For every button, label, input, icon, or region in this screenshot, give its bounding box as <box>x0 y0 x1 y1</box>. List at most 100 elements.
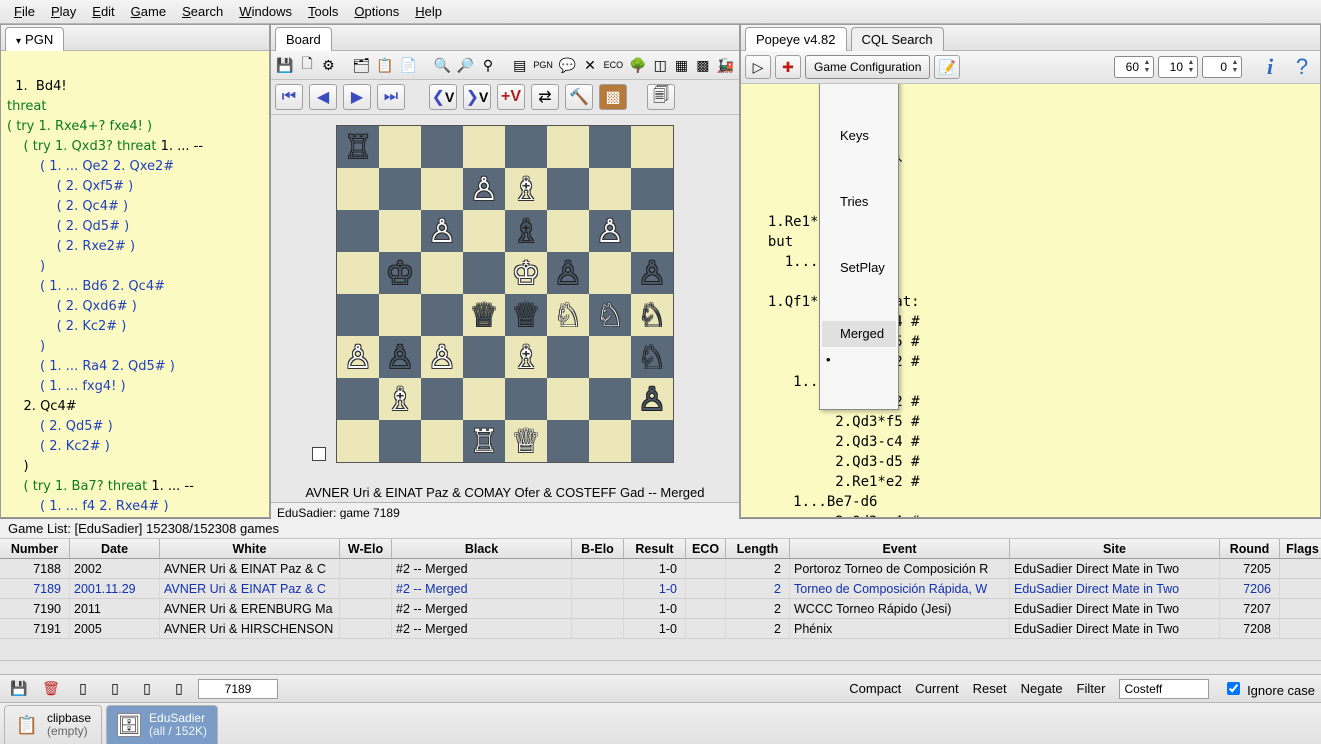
square-f4[interactable]: ♘ <box>547 294 589 336</box>
col-header[interactable]: White <box>160 539 340 558</box>
table-row[interactable]: 71912005AVNER Uri & HIRSCHENSON#2 -- Mer… <box>0 619 1321 639</box>
reset-link[interactable]: Reset <box>973 681 1007 696</box>
table-row[interactable]: 71902011AVNER Uri & ERENBURG Ma#2 -- Mer… <box>0 599 1321 619</box>
db-tab-clipbase[interactable]: 📋 clipbase(empty) <box>4 705 102 744</box>
popup-merged[interactable]: Merged <box>822 321 896 347</box>
square-f2[interactable] <box>547 378 589 420</box>
nav-prev-icon[interactable]: ◀ <box>309 84 337 110</box>
square-g1[interactable] <box>589 420 631 462</box>
col1-icon[interactable]: ▯ <box>70 677 96 701</box>
square-g5[interactable] <box>589 252 631 294</box>
pgn-content[interactable]: 1. Bd4! threat ( try 1. Rxe4+? fxe4! ) (… <box>1 51 269 517</box>
col-header[interactable]: Round <box>1220 539 1280 558</box>
square-a8[interactable]: ♖ <box>337 126 379 168</box>
square-a7[interactable] <box>337 168 379 210</box>
col-header[interactable]: Site <box>1010 539 1220 558</box>
variation-back-icon[interactable]: ❮V <box>429 84 457 110</box>
nav-last-icon[interactable]: ⏭ <box>377 84 405 110</box>
run-icon[interactable]: ▷ <box>745 55 771 79</box>
menu-edit[interactable]: Edit <box>84 2 122 21</box>
add-icon[interactable]: ✚ <box>775 55 801 79</box>
spin-1[interactable]: ▲▼ <box>1114 56 1154 78</box>
square-b4[interactable] <box>379 294 421 336</box>
square-c3[interactable]: ♙ <box>421 336 463 378</box>
info-icon[interactable]: i <box>1256 54 1284 80</box>
square-h4[interactable]: ♘ <box>631 294 673 336</box>
square-e7[interactable]: ♗ <box>505 168 547 210</box>
book-icon[interactable]: 🌳 <box>628 53 647 77</box>
col-header[interactable]: Event <box>790 539 1010 558</box>
square-b8[interactable] <box>379 126 421 168</box>
square-h5[interactable]: ♙ <box>631 252 673 294</box>
spin-3[interactable]: ▲▼ <box>1202 56 1242 78</box>
col-header[interactable]: Date <box>70 539 160 558</box>
square-h2[interactable]: ♙ <box>631 378 673 420</box>
cross-icon[interactable]: ✕ <box>581 53 598 77</box>
square-a2[interactable] <box>337 378 379 420</box>
help-icon[interactable]: ? <box>1288 54 1316 80</box>
flip-icon[interactable]: 🗂 <box>351 53 371 77</box>
menu-tools[interactable]: Tools <box>300 2 346 21</box>
copy-pgn-icon[interactable]: 🗋 <box>298 53 315 77</box>
list-icon[interactable]: ▤ <box>511 53 528 77</box>
square-e6[interactable]: ♗ <box>505 210 547 252</box>
delete-icon[interactable]: 🗑 <box>38 677 64 701</box>
col-header[interactable]: W-Elo <box>340 539 392 558</box>
eco-icon[interactable]: ECO <box>603 53 625 77</box>
square-g2[interactable] <box>589 378 631 420</box>
square-c5[interactable] <box>421 252 463 294</box>
col-header[interactable]: Flags <box>1280 539 1321 558</box>
square-b5[interactable]: ♔ <box>379 252 421 294</box>
square-f3[interactable] <box>547 336 589 378</box>
square-d7[interactable]: ♙ <box>463 168 505 210</box>
col-header[interactable]: Black <box>392 539 572 558</box>
square-b7[interactable] <box>379 168 421 210</box>
square-b6[interactable] <box>379 210 421 252</box>
square-c4[interactable] <box>421 294 463 336</box>
square-d1[interactable]: ♖ <box>463 420 505 462</box>
square-f8[interactable] <box>547 126 589 168</box>
square-a6[interactable] <box>337 210 379 252</box>
gamelist-table[interactable]: NumberDateWhiteW-EloBlackB-EloResultECOL… <box>0 539 1321 660</box>
comment-icon[interactable]: 💬 <box>558 53 577 77</box>
engine-icon[interactable]: 🚂 <box>716 53 735 77</box>
square-d6[interactable] <box>463 210 505 252</box>
square-d8[interactable] <box>463 126 505 168</box>
menu-file[interactable]: File <box>6 2 43 21</box>
pgn-tab[interactable]: ▾PGN <box>5 27 64 51</box>
board-tab[interactable]: Board <box>275 27 332 51</box>
square-h7[interactable] <box>631 168 673 210</box>
square-e8[interactable] <box>505 126 547 168</box>
col2-icon[interactable]: ▯ <box>102 677 128 701</box>
square-b2[interactable]: ♗ <box>379 378 421 420</box>
square-h3[interactable]: ♘ <box>631 336 673 378</box>
square-h1[interactable] <box>631 420 673 462</box>
filter-link[interactable]: Filter <box>1077 681 1106 696</box>
ignore-case-checkbox[interactable] <box>1227 682 1240 695</box>
square-c2[interactable] <box>421 378 463 420</box>
table-row[interactable]: 71882002AVNER Uri & EINAT Paz & C#2 -- M… <box>0 559 1321 579</box>
texture-icon[interactable]: ▩ <box>599 84 627 110</box>
col4-icon[interactable]: ▯ <box>166 677 192 701</box>
maint-icon[interactable]: ▦ <box>673 53 690 77</box>
col-header[interactable]: Result <box>624 539 686 558</box>
save-icon[interactable]: 💾 <box>275 53 294 77</box>
menu-game[interactable]: Game <box>123 2 174 21</box>
square-c8[interactable] <box>421 126 463 168</box>
square-d3[interactable] <box>463 336 505 378</box>
copy-icon[interactable]: 📋 <box>375 53 394 77</box>
square-b1[interactable] <box>379 420 421 462</box>
table-row[interactable]: 71892001.11.29AVNER Uri & EINAT Paz & C#… <box>0 579 1321 599</box>
square-f5[interactable]: ♙ <box>547 252 589 294</box>
paste-icon[interactable]: 📄 <box>399 53 418 77</box>
square-f6[interactable] <box>547 210 589 252</box>
col-header[interactable]: Number <box>0 539 70 558</box>
square-e1[interactable]: ♕ <box>505 420 547 462</box>
variation-fwd-icon[interactable]: ❯V <box>463 84 491 110</box>
notes-icon[interactable]: 📝 <box>934 55 960 79</box>
square-g6[interactable]: ♙ <box>589 210 631 252</box>
tree-icon[interactable]: ⚲ <box>479 53 496 77</box>
game-configuration-button[interactable]: Game Configuration <box>805 55 930 79</box>
menu-help[interactable]: Help <box>407 2 450 21</box>
engine-tab-cql[interactable]: CQL Search <box>851 27 944 51</box>
